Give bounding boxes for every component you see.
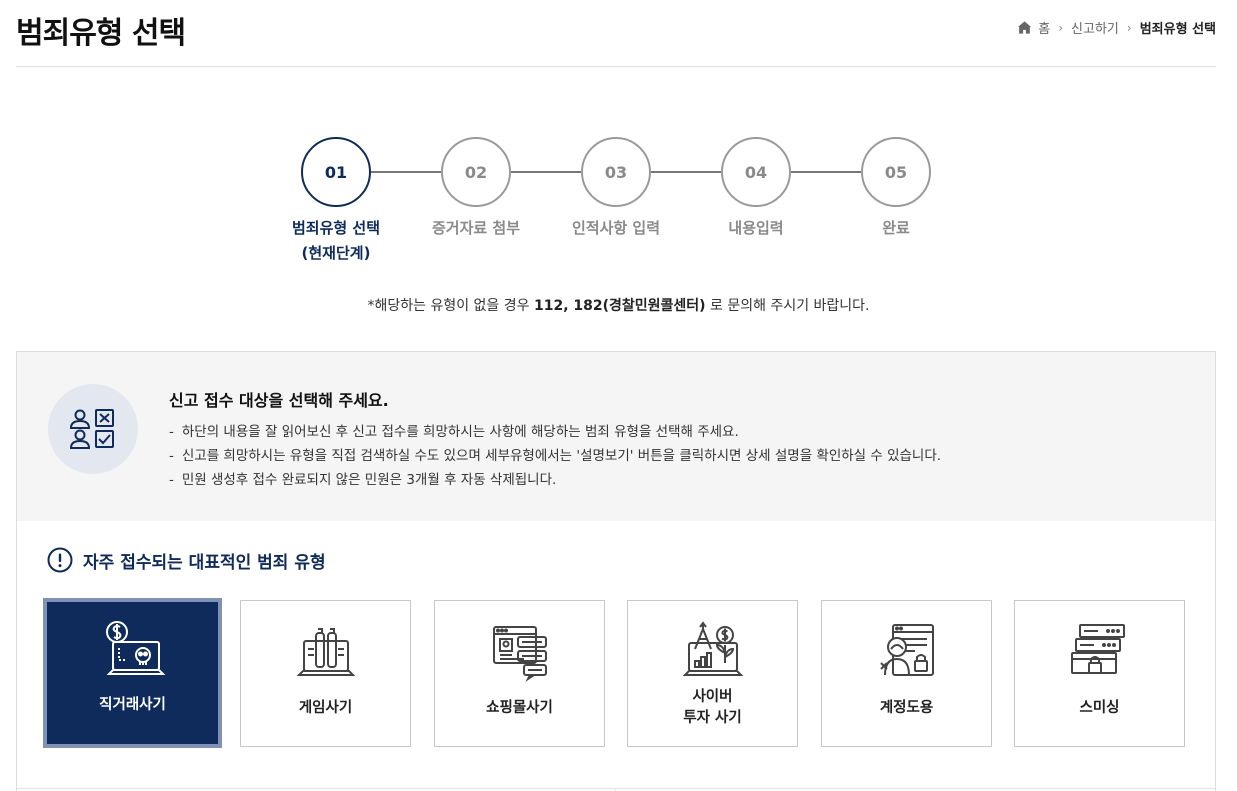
step-3: 03 인적사항 입력	[560, 137, 672, 241]
account-theft-icon	[879, 624, 934, 676]
breadcrumb-report[interactable]: 신고하기	[1071, 18, 1119, 37]
crime-card-game[interactable]: 게임사기	[240, 600, 411, 747]
guide-item: 민원 생성후 접수 완료되지 않은 민원은 3개월 후 자동 삭제됩니다.	[169, 468, 941, 492]
card-label: 직거래사기	[99, 696, 166, 713]
guide-item: 신고를 희망하시는 유형을 직접 검색하실 수도 있으며 세부유형에서는 '설명…	[169, 444, 941, 468]
section-divider	[17, 788, 1215, 789]
game-fraud-icon	[296, 628, 355, 676]
step-label: 범죄유형 선택 (현재단계)	[291, 219, 381, 262]
shopping-mall-fraud-icon	[492, 626, 547, 682]
frequent-types-heading: 자주 접수되는 대표적인 범죄 유형	[47, 547, 326, 573]
step-current-note: (현재단계)	[301, 244, 371, 262]
step-number: 05	[861, 137, 931, 207]
crime-card-cyber-investment[interactable]: 사이버 투자 사기	[627, 600, 798, 747]
step-label: 인적사항 입력	[571, 219, 661, 237]
contact-numbers: 112, 182(경찰민원콜센터)	[533, 298, 706, 314]
home-icon[interactable]	[1017, 20, 1032, 35]
page-title: 범죄유형 선택	[16, 16, 186, 51]
step-number: 03	[581, 137, 651, 207]
cyber-investment-fraud-icon	[682, 621, 743, 676]
step-1: 01 범죄유형 선택 (현재단계)	[280, 137, 392, 266]
step-label: 내용입력	[728, 219, 784, 237]
chevron-right-icon: ›	[1058, 20, 1064, 35]
contact-notice: *해당하는 유형이 없을 경우 112, 182(경찰민원콜센터) 로 문의해 …	[367, 298, 870, 314]
title-divider	[16, 66, 1216, 67]
card-label: 스미싱	[1079, 699, 1120, 716]
card-label: 게임사기	[298, 699, 353, 716]
step-number: 01	[301, 137, 371, 207]
crime-card-shopping-mall[interactable]: 쇼핑몰사기	[434, 600, 605, 747]
breadcrumb-home[interactable]: 홈	[1038, 18, 1050, 37]
guide-title: 신고 접수 대상을 선택해 주세요.	[169, 391, 389, 410]
step-number: 02	[441, 137, 511, 207]
guide-item: 하단의 내용을 잘 읽어보신 후 신고 접수를 희망하시는 사항에 해당하는 범…	[169, 420, 941, 444]
frequent-types-title: 자주 접수되는 대표적인 범죄 유형	[83, 552, 326, 573]
step-label: 증거자료 첨부	[431, 219, 521, 237]
breadcrumb: 홈 › 신고하기 › 범죄유형 선택	[1017, 18, 1216, 37]
chevron-right-icon: ›	[1126, 20, 1132, 35]
direct-trade-fraud-icon	[105, 621, 165, 675]
card-label: 쇼핑몰사기	[486, 699, 553, 716]
guide-list: 하단의 내용을 잘 읽어보신 후 신고 접수를 희망하시는 사항에 해당하는 범…	[169, 420, 941, 492]
step-label: 완료	[882, 219, 910, 237]
alert-icon	[47, 547, 73, 573]
step-5: 05 완료	[840, 137, 952, 241]
crime-card-account-theft[interactable]: 계정도용	[821, 600, 992, 747]
smishing-icon	[1070, 624, 1125, 674]
crime-card-direct-trade[interactable]: 직거래사기	[43, 598, 222, 748]
step-4: 04 내용입력	[700, 137, 812, 241]
guide-box: 신고 접수 대상을 선택해 주세요. 하단의 내용을 잘 읽어보신 후 신고 접…	[17, 352, 1215, 521]
step-number: 04	[721, 137, 791, 207]
breadcrumb-current: 범죄유형 선택	[1139, 22, 1216, 37]
card-label: 계정도용	[879, 699, 934, 716]
card-label: 사이버 투자 사기	[683, 689, 742, 726]
crime-card-smishing[interactable]: 스미싱	[1014, 600, 1185, 747]
crime-type-panel: 신고 접수 대상을 선택해 주세요. 하단의 내용을 잘 읽어보신 후 신고 접…	[16, 351, 1216, 791]
progress-stepper: 01 범죄유형 선택 (현재단계) 02 증거자료 첨부 03 인적사항 입력 0…	[280, 137, 980, 277]
checklist-people-icon	[48, 384, 138, 474]
step-2: 02 증거자료 첨부	[420, 137, 532, 241]
